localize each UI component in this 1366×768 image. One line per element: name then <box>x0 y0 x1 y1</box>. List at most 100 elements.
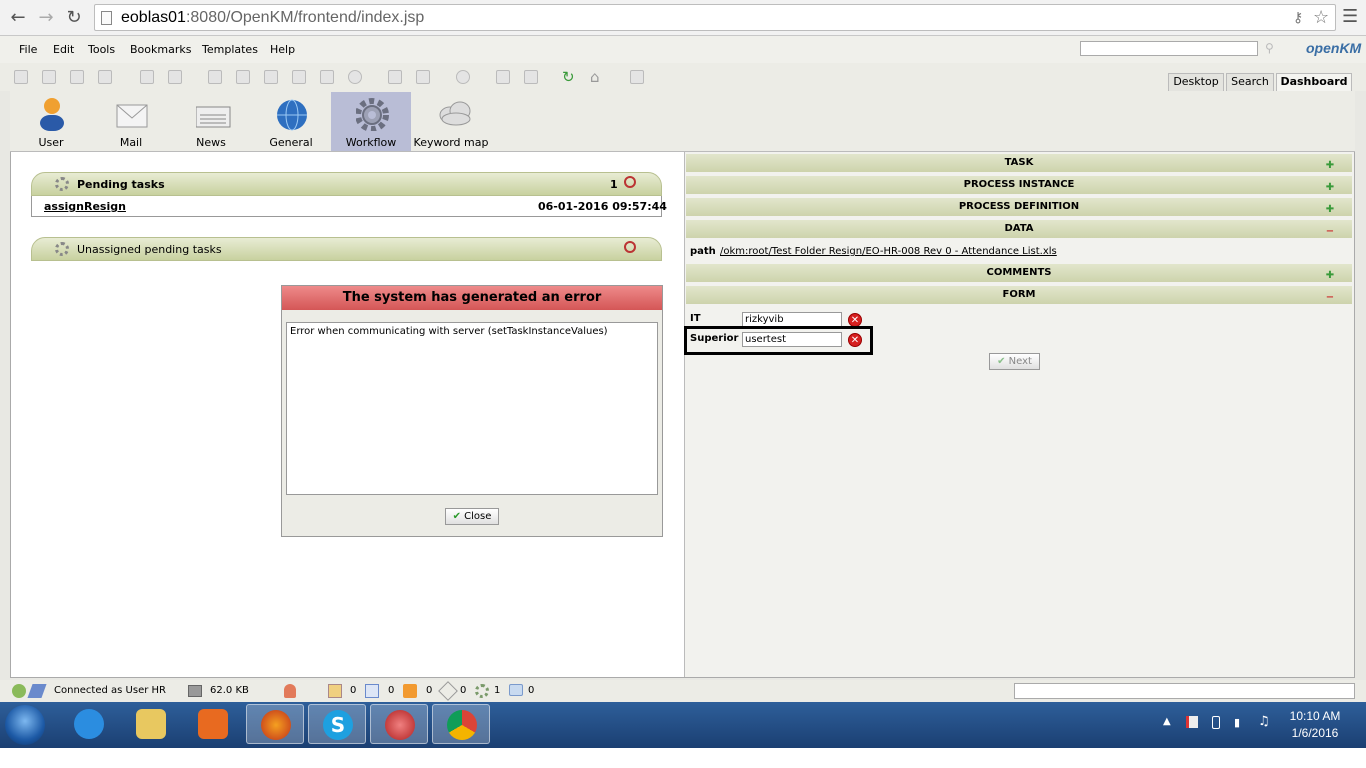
taskbar-chrome[interactable] <box>432 704 490 744</box>
tool-news[interactable]: News <box>171 92 251 151</box>
star-icon[interactable]: ☆ <box>1313 7 1329 28</box>
remove-property-icon[interactable] <box>416 70 430 84</box>
taskbar-ie[interactable] <box>60 704 118 744</box>
page-icon <box>101 11 112 25</box>
key-icon[interactable]: ⚷ <box>1293 10 1303 26</box>
expand-icon[interactable]: ✚ <box>1324 267 1336 281</box>
home-icon[interactable]: ⌂ <box>590 68 600 86</box>
remove-subscription-icon[interactable] <box>524 70 538 84</box>
section-data[interactable]: DATA − <box>686 220 1352 238</box>
address-bar[interactable]: eoblas01:8080/OpenKM/frontend/index.jsp … <box>94 4 1336 31</box>
start-button[interactable] <box>5 705 45 745</box>
status-input[interactable] <box>1014 683 1355 699</box>
locked-count: 0 <box>350 685 357 696</box>
browser-menu-icon[interactable]: ☰ <box>1342 6 1358 27</box>
add-property-icon[interactable] <box>388 70 402 84</box>
pdf-icon[interactable] <box>70 70 84 84</box>
taskbar-firefox[interactable] <box>246 704 304 744</box>
back-arrow-icon[interactable]: ← <box>6 6 30 30</box>
workflow-icon[interactable] <box>475 684 489 698</box>
collapse-icon[interactable]: − <box>1324 223 1336 237</box>
find-document-icon[interactable] <box>42 70 56 84</box>
keyword-icon[interactable] <box>509 684 523 696</box>
tab-search[interactable]: Search <box>1226 73 1274 91</box>
taskbar-media[interactable] <box>184 704 242 744</box>
lock-icon[interactable] <box>140 70 154 84</box>
task-name-link[interactable]: assignResign <box>44 200 126 213</box>
collapse-icon[interactable]: − <box>1324 289 1336 303</box>
section-comments[interactable]: COMMENTS ✚ <box>686 264 1352 282</box>
find-folder-icon[interactable] <box>14 70 28 84</box>
checkin-icon[interactable] <box>320 70 334 84</box>
mail-icon[interactable] <box>403 684 417 698</box>
expand-icon[interactable]: ✚ <box>1324 179 1336 193</box>
taskbar-skype[interactable]: S <box>308 704 366 744</box>
tool-user[interactable]: User <box>11 92 91 151</box>
menu-bookmarks[interactable]: Bookmarks <box>130 43 191 56</box>
search-icon[interactable]: ⚲ <box>1265 41 1274 55</box>
section-form[interactable]: FORM − <box>686 286 1352 304</box>
menu-edit[interactable]: Edit <box>53 43 74 56</box>
tool-general[interactable]: General <box>251 92 331 151</box>
cloud-icon <box>436 97 471 131</box>
clock-date[interactable]: 1/6/2016 <box>1280 726 1350 740</box>
menu-templates[interactable]: Templates <box>202 43 258 56</box>
user-icon[interactable] <box>284 684 296 698</box>
tool-keyword-map[interactable]: Keyword map <box>411 92 491 151</box>
close-button[interactable]: ✔ Close <box>445 508 499 525</box>
battery-icon[interactable] <box>1212 716 1220 729</box>
tool-mail[interactable]: Mail <box>91 92 171 151</box>
form-label-it: IT <box>690 313 701 324</box>
delete-icon[interactable]: ✕ <box>848 313 862 327</box>
clock-time[interactable]: 10:10 AM <box>1280 709 1350 723</box>
ie-icon <box>74 709 104 739</box>
tool-workflow[interactable]: Workflow <box>331 92 411 151</box>
add-subscription-icon[interactable] <box>496 70 510 84</box>
cancel-checkout-icon[interactable] <box>348 70 362 84</box>
gear-icon <box>355 97 389 132</box>
add-document-icon[interactable] <box>236 70 250 84</box>
expand-icon[interactable]: ✚ <box>1324 157 1336 171</box>
delete-icon[interactable]: ✕ <box>848 333 862 347</box>
split-icon[interactable] <box>630 70 644 84</box>
subscription-count: 0 <box>460 685 467 696</box>
add-folder-icon[interactable] <box>208 70 222 84</box>
form-input-it[interactable]: rizkyvib <box>742 312 842 327</box>
checkout-icon[interactable] <box>292 70 306 84</box>
workflow-gear-icon[interactable] <box>456 70 470 84</box>
folder-icon <box>136 709 166 739</box>
print-icon[interactable] <box>98 70 112 84</box>
quick-search-input[interactable] <box>1080 41 1258 56</box>
menu-tools[interactable]: Tools <box>88 43 115 56</box>
tab-dashboard[interactable]: Dashboard <box>1276 73 1352 92</box>
section-process-instance[interactable]: PROCESS INSTANCE ✚ <box>686 176 1352 194</box>
edit-icon[interactable] <box>264 70 278 84</box>
action-center-icon[interactable] <box>1186 716 1198 728</box>
refresh-search-icon[interactable] <box>624 176 636 188</box>
news-icon <box>195 97 231 131</box>
menu-file[interactable]: File <box>19 43 37 56</box>
unlock-icon[interactable] <box>168 70 182 84</box>
lock-icon[interactable] <box>328 684 342 698</box>
section-task[interactable]: TASK ✚ <box>686 154 1352 172</box>
openkm-logo: openKM <box>1306 40 1362 56</box>
tab-desktop[interactable]: Desktop <box>1168 73 1224 91</box>
keyword-count: 0 <box>528 685 535 696</box>
expand-icon[interactable]: ✚ <box>1324 201 1336 215</box>
network-icon[interactable]: ▮ <box>1234 716 1240 729</box>
taskbar-app[interactable] <box>370 704 428 744</box>
reload-icon[interactable]: ↻ <box>62 6 86 30</box>
refresh-icon[interactable]: ↻ <box>562 68 575 86</box>
forward-arrow-icon[interactable]: → <box>34 6 58 30</box>
form-input-superior[interactable]: usertest <box>742 332 842 347</box>
menu-help[interactable]: Help <box>270 43 295 56</box>
section-process-definition[interactable]: PROCESS DEFINITION ✚ <box>686 198 1352 216</box>
tray-expand-icon[interactable]: ▲ <box>1163 716 1171 727</box>
data-path-link[interactable]: /okm:root/Test Folder Resign/EO-HR-008 R… <box>720 246 1057 257</box>
next-button[interactable]: ✔ Next <box>989 353 1040 370</box>
refresh-search-icon[interactable] <box>624 241 636 253</box>
checkout-icon[interactable] <box>365 684 379 698</box>
volume-icon[interactable]: ♫ <box>1258 714 1270 729</box>
globe-icon <box>276 97 308 131</box>
taskbar-explorer[interactable] <box>122 704 180 744</box>
